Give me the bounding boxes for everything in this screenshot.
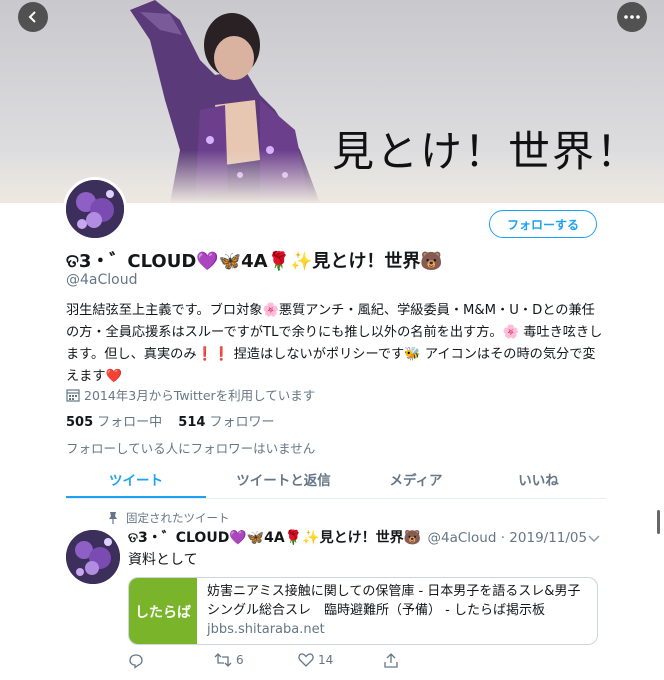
avatar-image [66, 530, 120, 584]
follow-button[interactable]: フォローする [489, 210, 597, 238]
tab-likes[interactable]: いいね [471, 460, 606, 498]
tab-tweets[interactable]: ツイート [66, 460, 206, 498]
profile-avatar[interactable] [63, 177, 127, 241]
follow-stats: 505 フォロー中 514 フォロワー [66, 411, 286, 430]
pinned-text: 固定されたツイート [126, 511, 230, 525]
heart-icon [298, 653, 314, 667]
tweet-text: 資料として [128, 552, 198, 568]
joined-date: 2014年3月からTwitterを利用しています [66, 385, 315, 404]
profile-bio: 羽生結弦至上主義です。ブロ対象🌸悪質アンチ・風紀、学級委員・M&M・U・Dとの兼… [66, 303, 603, 384]
card-title: 妨害ニアミス接触に関しての保管庫 - 日本男子を語るスレ&男子シングル総合スレ … [207, 584, 581, 618]
retweet-count: 6 [236, 653, 244, 667]
card-logo: したらば [129, 578, 197, 644]
mutual-followers-text: フォローしている人にフォロワーはいません [66, 441, 316, 456]
tweet-author-name[interactable]: ତ3・゛CLOUD💜🦋4A🌹✨見とけ！世界🐻 [128, 530, 421, 546]
followers-count[interactable]: 514 [178, 415, 205, 430]
reply-icon [129, 654, 143, 669]
link-card[interactable]: したらば 妨害ニアミス接触に関しての保管庫 - 日本男子を語るスレ&男子シングル… [128, 577, 598, 645]
more-options-button[interactable] [617, 2, 647, 32]
pinned-label: 固定されたツイート [108, 510, 230, 526]
back-button[interactable] [18, 2, 48, 32]
more-dots-icon [624, 15, 640, 19]
banner-text: 見とけ！世界！ [332, 127, 641, 176]
tweet-actions: 6 14 [128, 653, 428, 673]
calendar-icon [66, 388, 80, 402]
header-banner: 見とけ！世界！ [0, 0, 664, 203]
following-count[interactable]: 505 [66, 415, 93, 430]
tweet-meta[interactable]: @4aCloud · 2019/11/05 [428, 530, 588, 546]
like-button[interactable]: 14 [298, 653, 333, 667]
like-count: 14 [318, 653, 334, 667]
share-button[interactable] [384, 653, 398, 669]
chevron-left-icon [28, 11, 36, 23]
tabs-divider [66, 498, 606, 499]
chevron-down-icon [588, 535, 600, 543]
pin-icon [109, 512, 117, 524]
retweet-icon [214, 653, 232, 667]
tweet-menu-button[interactable] [588, 528, 600, 547]
profile-handle: @4aCloud [66, 272, 138, 288]
tab-media[interactable]: メディア [361, 460, 471, 498]
card-logo-text: したらば [135, 605, 191, 621]
card-domain: jbbs.shitaraba.net [207, 622, 325, 637]
profile-display-name: ତ3・゛CLOUD💜🦋4A🌹✨見とけ！世界🐻 [66, 251, 443, 272]
profile-tabs: ツイート ツイートと返信 メディア いいね [66, 460, 606, 498]
following-label[interactable]: フォロー中 [97, 415, 162, 430]
joined-text: 2014年3月からTwitterを利用しています [84, 388, 316, 403]
tab-tweets-replies[interactable]: ツイートと返信 [206, 460, 361, 498]
card-body: 妨害ニアミス接触に関しての保管庫 - 日本男子を語るスレ&男子シングル総合スレ … [197, 578, 597, 644]
scrollbar[interactable] [657, 510, 660, 534]
followers-label[interactable]: フォロワー [209, 415, 274, 430]
share-icon [384, 653, 398, 668]
retweet-button[interactable]: 6 [214, 653, 244, 667]
reply-button[interactable] [128, 653, 144, 669]
tweet-header: ତ3・゛CLOUD💜🦋4A🌹✨見とけ！世界🐻 @4aCloud · 2019/1… [128, 527, 587, 547]
avatar-image [66, 180, 124, 238]
tweet-avatar[interactable] [66, 530, 120, 584]
